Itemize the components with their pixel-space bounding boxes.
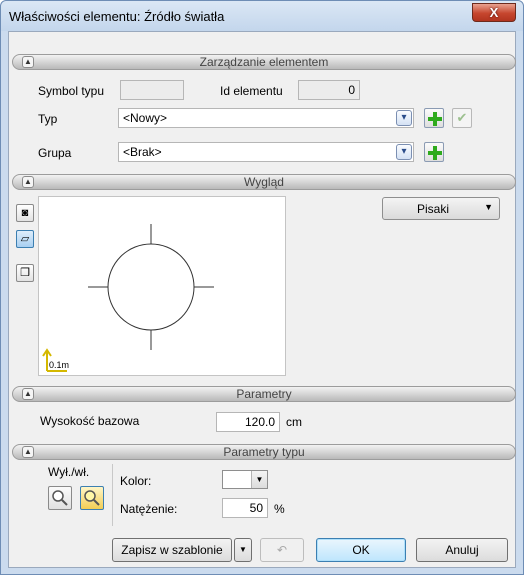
group-combo-dropdown-icon[interactable]: ▾ <box>396 144 412 160</box>
magnifier-icon <box>52 490 68 506</box>
group-label: Grupa <box>38 146 72 160</box>
type-combo[interactable]: <Nowy> <box>118 108 414 128</box>
symbol-type-field[interactable] <box>120 80 184 100</box>
intensity-label: Natężenie: <box>120 502 178 516</box>
on-off-label: Wył./wł. <box>48 465 90 479</box>
scale-label: 0.1m <box>49 360 69 370</box>
section-title-appearance: Wygląd <box>244 175 284 189</box>
section-title-management: Zarządzanie elementem <box>199 55 329 69</box>
light-on-button[interactable] <box>80 486 104 510</box>
element-id-label: Id elementu <box>220 84 283 98</box>
cancel-button[interactable]: Anuluj <box>416 538 508 562</box>
save-template-button[interactable]: Zapisz w szablonie <box>112 538 232 562</box>
camera-icon[interactable]: ◙ <box>16 204 34 222</box>
title-bar[interactable]: Właściwości elementu: Źródło światła X <box>1 1 523 31</box>
pens-dropdown-button[interactable]: Pisaki ▼ <box>382 197 500 220</box>
section-title-type-parameters: Parametry typu <box>223 445 305 459</box>
type-label: Typ <box>38 112 58 126</box>
window-title: Właściwości elementu: Źródło światła <box>9 9 225 24</box>
element-id-field: 0 <box>298 80 360 100</box>
light-off-button[interactable] <box>48 486 72 510</box>
magnifier-lit-icon <box>84 490 100 506</box>
plan-view-icon[interactable]: ▱ <box>16 230 34 248</box>
section-header-management[interactable]: ▲ Zarządzanie elementem <box>12 54 516 70</box>
color-label: Kolor: <box>120 474 152 488</box>
light-source-symbol: 0.1m <box>42 224 214 372</box>
color-picker[interactable]: ▼ <box>222 470 268 489</box>
divider <box>112 464 113 526</box>
preview-canvas[interactable]: 0.1m <box>38 196 286 376</box>
section-header-appearance[interactable]: ▲ Wygląd <box>12 174 516 190</box>
undo-icon: ↶ <box>276 543 288 557</box>
intensity-field[interactable]: 50 <box>222 498 268 518</box>
add-group-button[interactable] <box>424 142 444 162</box>
confirm-type-button: ✔ <box>452 108 472 128</box>
close-icon: X <box>489 5 499 20</box>
section-header-parameters[interactable]: ▲ Parametry <box>12 386 516 402</box>
base-height-field[interactable]: 120.0 <box>216 412 280 432</box>
pens-label: Pisaki <box>416 202 449 216</box>
undo-button: ↶ <box>260 538 304 562</box>
group-combo[interactable]: <Brak> <box>118 142 414 162</box>
type-combo-dropdown-icon[interactable]: ▾ <box>396 110 412 126</box>
ok-button[interactable]: OK <box>316 538 406 562</box>
symbol-type-label: Symbol typu <box>38 84 105 98</box>
base-height-unit: cm <box>286 415 302 429</box>
intensity-unit: % <box>274 502 285 516</box>
close-button[interactable]: X <box>472 3 516 22</box>
save-template-dropdown-icon[interactable]: ▼ <box>234 538 252 562</box>
chevron-down-icon: ▼ <box>484 202 493 212</box>
3d-view-icon[interactable]: ❒ <box>16 264 34 282</box>
section-header-type-parameters[interactable]: ▲ Parametry typu <box>12 444 516 460</box>
section-title-parameters: Parametry <box>236 387 292 401</box>
chevron-down-icon[interactable]: ▼ <box>251 471 267 488</box>
add-type-button[interactable] <box>424 108 444 128</box>
base-height-label: Wysokość bazowa <box>40 414 140 428</box>
